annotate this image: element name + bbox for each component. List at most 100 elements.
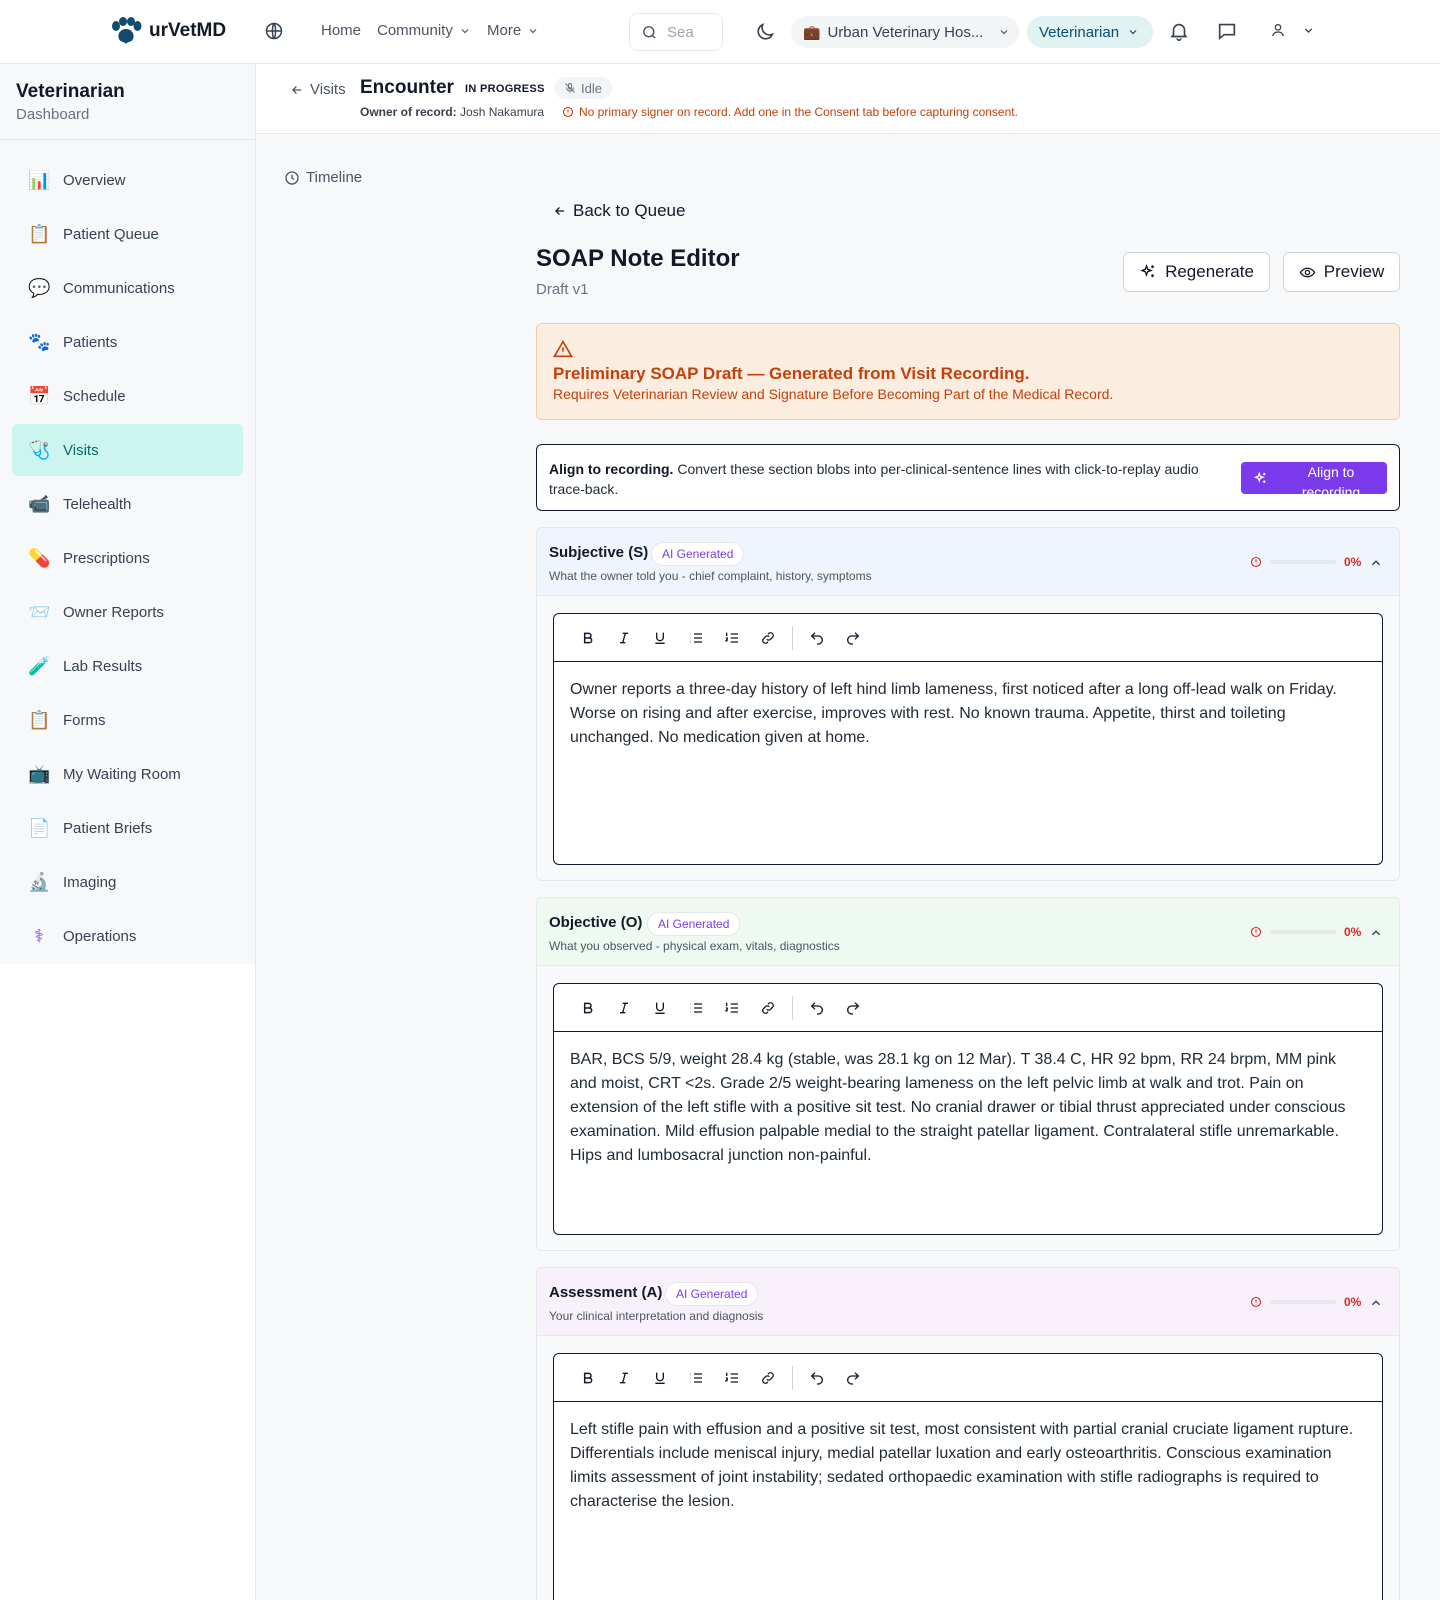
bullet-list-icon[interactable] (678, 1364, 714, 1392)
sidebar-item-label: Visits (63, 441, 99, 459)
align-button-label: Align to recording (1301, 464, 1361, 494)
nav-more-label: More (487, 22, 522, 39)
owner-name: Josh Nakamura (460, 105, 545, 119)
chevron-up-icon[interactable] (1369, 926, 1383, 940)
italic-icon[interactable] (606, 624, 642, 652)
numbered-list-icon[interactable] (714, 994, 750, 1022)
align-to-recording-button[interactable]: Align to recording (1241, 462, 1387, 494)
underline-icon[interactable] (642, 994, 678, 1022)
sidebar-item-my-waiting-room[interactable]: 📺 My Waiting Room (12, 748, 243, 800)
ai-generated-badge: AI Generated (651, 542, 745, 566)
section-progress: 0% (1250, 925, 1361, 939)
soap-section-objective: Objective (O) AI Generated What you obse… (536, 897, 1400, 1251)
search-input[interactable] (667, 23, 717, 41)
link-icon[interactable] (750, 1364, 786, 1392)
sidebar-item-imaging[interactable]: 🔬 Imaging (12, 856, 243, 908)
encounter-title: Encounter (360, 77, 454, 98)
sidebar-item-telehealth[interactable]: 📹 Telehealth (12, 478, 243, 530)
recording-state-label: Idle (581, 80, 602, 96)
undo-icon[interactable] (799, 1364, 835, 1392)
nav-more-menu[interactable]: More (487, 22, 539, 39)
bell-icon[interactable] (1168, 20, 1190, 42)
sidebar-item-overview[interactable]: 📊 Overview (12, 154, 243, 206)
bold-icon[interactable] (570, 994, 606, 1022)
sidebar-item-communications[interactable]: 💬 Communications (12, 262, 243, 314)
link-icon[interactable] (750, 994, 786, 1022)
preliminary-draft-banner: Preliminary SOAP Draft — Generated from … (536, 323, 1400, 420)
editor-content[interactable]: BAR, BCS 5/9, weight 28.4 kg (stable, wa… (554, 1032, 1382, 1184)
stethoscope-icon: 🩺 (28, 439, 51, 460)
align-heading: Align to recording. (549, 461, 674, 477)
encounter-header: Visits Encounter IN PROGRESS Idle Owner … (256, 64, 1440, 134)
bold-icon[interactable] (570, 1364, 606, 1392)
message-icon[interactable] (1216, 20, 1238, 42)
sidebar-item-owner-reports[interactable]: 📨 Owner Reports (12, 586, 243, 638)
preview-label: Preview (1323, 262, 1385, 281)
back-to-queue-link[interactable]: Back to Queue (553, 201, 685, 221)
preview-button[interactable]: Preview (1283, 252, 1400, 292)
dark-mode-moon-icon[interactable] (754, 21, 776, 43)
sidebar-item-forms[interactable]: 📋 Forms (12, 694, 243, 746)
section-header[interactable]: Objective (O) AI Generated What you obse… (537, 898, 1399, 966)
brand-logo[interactable]: urVetMD (110, 17, 226, 45)
undo-icon[interactable] (799, 994, 835, 1022)
toolbar-divider (792, 625, 793, 650)
numbered-list-icon[interactable] (714, 624, 750, 652)
chevron-down-icon (1302, 24, 1315, 37)
back-to-visits-link[interactable]: Visits (290, 81, 346, 98)
bullet-list-icon[interactable] (678, 994, 714, 1022)
redo-icon[interactable] (835, 994, 871, 1022)
soap-section-subjective: Subjective (S) AI Generated What the own… (536, 527, 1400, 881)
link-icon[interactable] (750, 624, 786, 652)
redo-icon[interactable] (835, 624, 871, 652)
sidebar-item-visits[interactable]: 🩺 Visits (12, 424, 243, 476)
sidebar-item-operations[interactable]: ⚕ Operations (12, 910, 243, 962)
regenerate-button[interactable]: Regenerate (1123, 252, 1270, 292)
sparkles-icon (1139, 263, 1157, 281)
timeline-label: Timeline (306, 169, 363, 186)
italic-icon[interactable] (606, 994, 642, 1022)
section-description: What the owner told you - chief complain… (549, 569, 872, 583)
globe-icon[interactable] (264, 21, 284, 41)
undo-icon[interactable] (799, 624, 835, 652)
search-box[interactable] (629, 13, 723, 51)
sidebar-item-prescriptions[interactable]: 💊 Prescriptions (12, 532, 243, 584)
draft-banner-title: Preliminary SOAP Draft — Generated from … (553, 364, 1030, 383)
clipboard-icon: 📋 (28, 709, 51, 730)
sidebar-item-schedule[interactable]: 📅 Schedule (12, 370, 243, 422)
signer-warning-text: No primary signer on record. Add one in … (579, 105, 1018, 119)
warning-triangle-icon (553, 340, 1383, 358)
bold-icon[interactable] (570, 624, 606, 652)
section-header[interactable]: Subjective (S) AI Generated What the own… (537, 528, 1399, 596)
editor-content[interactable]: Left stifle pain with effusion and a pos… (554, 1402, 1382, 1530)
sidebar-item-patient-briefs[interactable]: 📄 Patient Briefs (12, 802, 243, 854)
clinic-selector[interactable]: 💼 Urban Veterinary Hos... (791, 16, 1019, 48)
italic-icon[interactable] (606, 1364, 642, 1392)
chevron-up-icon[interactable] (1369, 1296, 1383, 1310)
chevron-up-icon[interactable] (1369, 556, 1383, 570)
sidebar-item-lab-results[interactable]: 🧪 Lab Results (12, 640, 243, 692)
nav-home-link[interactable]: Home (321, 22, 361, 39)
back-to-visits-label: Visits (310, 81, 346, 98)
sidebar-nav: 📊 Overview 📋 Patient Queue 💬 Communications… (0, 140, 255, 962)
alert-circle-icon (1250, 556, 1262, 568)
numbered-list-icon[interactable] (714, 1364, 750, 1392)
redo-icon[interactable] (835, 1364, 871, 1392)
underline-icon[interactable] (642, 1364, 678, 1392)
signer-warning: No primary signer on record. Add one in … (562, 105, 1018, 119)
nav-community-menu[interactable]: Community (377, 22, 471, 39)
underline-icon[interactable] (642, 624, 678, 652)
progress-track (1270, 1300, 1336, 1304)
arrow-left-icon (290, 83, 304, 97)
timeline-toggle[interactable]: Timeline (284, 169, 362, 186)
video-camera-icon: 📹 (28, 493, 51, 514)
bullet-list-icon[interactable] (678, 624, 714, 652)
role-selector[interactable]: Veterinarian (1027, 16, 1153, 48)
sidebar-item-patient-queue[interactable]: 📋 Patient Queue (12, 208, 243, 260)
editor-content[interactable]: Owner reports a three-day history of lef… (554, 662, 1382, 766)
user-menu[interactable] (1270, 22, 1315, 38)
owner-of-record: Owner of record: Josh Nakamura (360, 105, 544, 119)
calendar-icon: 📅 (28, 385, 51, 406)
sidebar-item-patients[interactable]: 🐾 Patients (12, 316, 243, 368)
section-header[interactable]: Assessment (A) AI Generated Your clinica… (537, 1268, 1399, 1336)
